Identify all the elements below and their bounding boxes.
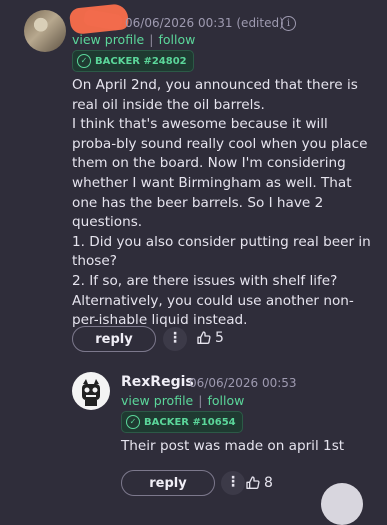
comment-paragraph: 2. If so, are there issues with shelf li… <box>72 272 354 329</box>
comment-paragraph: On April 2nd, you announced that there i… <box>72 77 358 113</box>
like-button[interactable]: 5 <box>196 330 224 346</box>
backer-badge: ✓ BACKER #24802 <box>72 50 194 72</box>
reply-author-avatar[interactable] <box>72 372 110 410</box>
reply-body: Their post was made on april 1st <box>121 438 345 454</box>
badge-label: BACKER #24802 <box>95 55 187 67</box>
follow-link[interactable]: follow <box>207 393 244 408</box>
follow-link[interactable]: follow <box>158 32 195 47</box>
comment-body: On April 2nd, you announced that there i… <box>72 76 372 331</box>
reply-backer-badge: ✓ BACKER #10654 <box>121 411 243 433</box>
link-separator: | <box>149 32 154 47</box>
author-avatar[interactable] <box>24 10 66 52</box>
thumbs-up-icon <box>197 331 211 344</box>
robot-avatar-icon <box>73 373 109 409</box>
reply-button[interactable]: reply <box>121 470 215 496</box>
floating-action-button[interactable] <box>321 483 363 525</box>
badge-label: BACKER #10654 <box>144 416 236 428</box>
view-profile-link[interactable]: view profile <box>121 393 193 408</box>
more-vertical-icon[interactable]: ⋮ <box>221 471 245 495</box>
comment-timestamp: 06/06/2026 00:31 (edited) <box>125 16 284 30</box>
view-profile-link[interactable]: view profile <box>72 32 144 47</box>
info-icon[interactable]: i <box>281 16 296 31</box>
reply-button[interactable]: reply <box>72 326 156 352</box>
like-count: 8 <box>264 475 273 491</box>
link-separator: | <box>198 393 203 408</box>
badge-icon: ✓ <box>126 415 140 429</box>
reply-username[interactable]: RexRegis <box>121 374 194 390</box>
reply-timestamp: 06/06/2026 00:53 <box>189 376 297 390</box>
comment-paragraph: I think that's awesome because it will p… <box>72 116 368 231</box>
comment-paragraph: 1. Did you also consider putting real be… <box>72 233 371 270</box>
like-button[interactable]: 8 <box>245 475 273 491</box>
like-count: 5 <box>215 330 224 346</box>
thumbs-up-icon <box>246 476 260 489</box>
more-vertical-icon[interactable]: ⋮ <box>163 327 187 351</box>
profile-links: view profile | follow <box>72 32 195 47</box>
reply-profile-links: view profile | follow <box>121 393 244 408</box>
badge-icon: ✓ <box>77 54 91 68</box>
